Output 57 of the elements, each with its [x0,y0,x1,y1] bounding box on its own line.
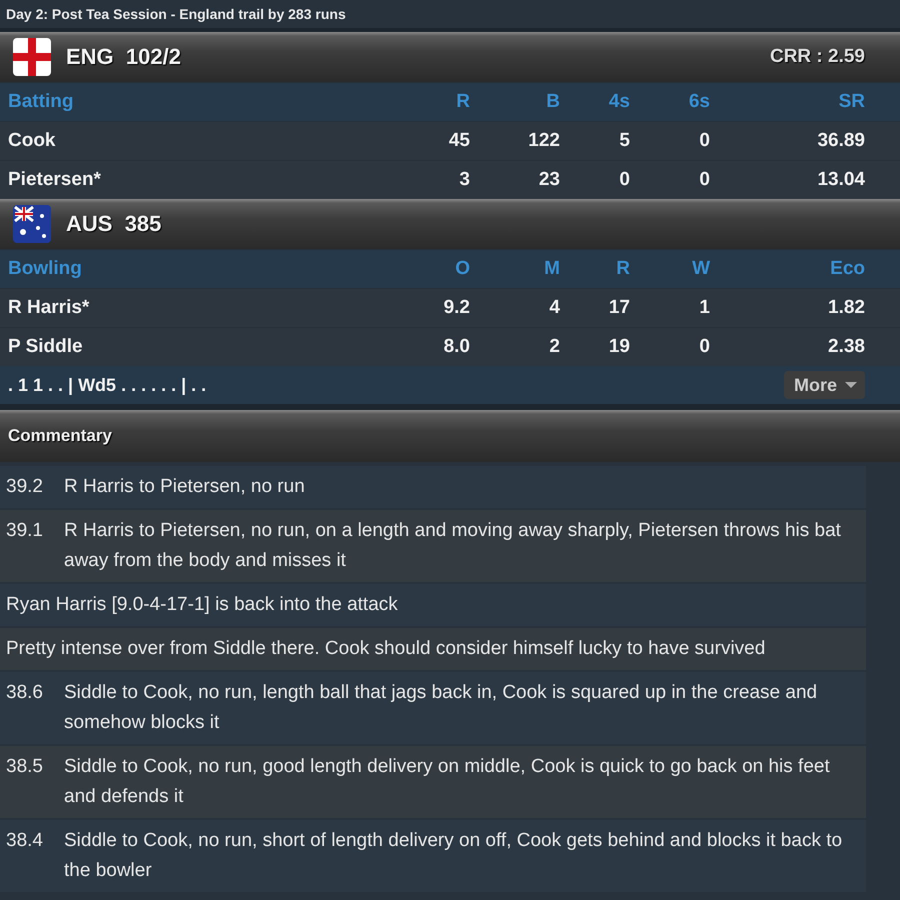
commentary-text: R Harris to Pietersen, no run, on a length and moving away sharply, Pietersen throws his bat away from the body and misses it [64,519,842,573]
table-cell-text: 1 [698,297,710,319]
table-cell-text: 17 [608,297,630,319]
table-cell-text: 2 [548,336,560,358]
table-cell-text: 23 [538,169,560,191]
column-header: SR [838,91,865,113]
table-cell-text: 2.38 [827,336,865,358]
column-header: B [545,91,560,113]
column-header: Batting [8,91,74,113]
commentary-text: Ryan Harris [9.0-4-17-1] is back into the attack [6,593,398,617]
column-header: W [691,258,710,280]
bowler-name: R Harris* [8,297,90,319]
australia-flag-icon [12,204,52,244]
column-header: M [543,258,560,280]
table-cell-text: 3 [458,169,470,191]
england-flag-icon [12,37,52,77]
table-cell-text: 8.0 [442,336,470,358]
table-cell-text: 36.89 [816,130,865,152]
commentary-text: Pretty intense over from Siddle there. Cook should consider himself lucky to have survived [6,637,766,661]
over-number: 38.5 [6,755,44,779]
column-header: Bowling [8,258,83,280]
table-cell-text: 4 [548,297,560,319]
batsman-name: Cook [8,130,56,152]
over-summary: . 1 1 . . | Wd5 . . . . . . | . . [8,374,206,396]
commentary-text: Siddle to Cook, no run, short of length delivery on off, Cook gets behind and blocks it back to the bowler [64,829,844,883]
caret-icon [845,381,857,389]
table-cell-text: 0 [698,130,710,152]
team-score: ENG 102/2 [66,44,181,70]
table-cell-text: 0 [618,169,630,191]
table-cell-text: 13.04 [816,169,865,191]
table-cell-text: 9.2 [442,297,470,319]
table-cell-text: 5 [618,130,630,152]
table-cell-text: 1.82 [827,297,865,319]
over-number: 39.2 [6,475,44,499]
commentary-text: R Harris to Pietersen, no run [64,475,305,499]
column-header: R [455,91,470,113]
column-header: 6s [688,91,710,113]
commentary-text: Siddle to Cook, no run, good length delivery on middle, Cook is quick to go back on his feet and defends it [64,755,831,809]
table-cell-text: 45 [448,130,470,152]
batsman-name: Pietersen* [8,169,102,191]
table-cell-text: 0 [698,169,710,191]
table-cell-text: 19 [608,336,630,358]
over-number: 38.4 [6,829,44,853]
run-rate: CRR : 2.59 [770,46,865,68]
section-title: Commentary [8,426,112,446]
team-score: AUS 385 [66,211,162,237]
bowler-name: P Siddle [8,336,84,358]
table-cell-text: 122 [527,130,560,152]
table-cell-text: 0 [698,336,710,358]
more-button[interactable]: More [784,371,865,399]
commentary-text: Siddle to Cook, no run, length ball that jags back in, Cook is squared up in the crease and somehow blocks it [64,681,818,735]
over-number: 39.1 [6,519,44,543]
over-number: 38.6 [6,681,44,705]
column-header: R [615,258,630,280]
column-header: Eco [829,258,865,280]
column-header: 4s [608,91,630,113]
column-header: O [454,258,470,280]
